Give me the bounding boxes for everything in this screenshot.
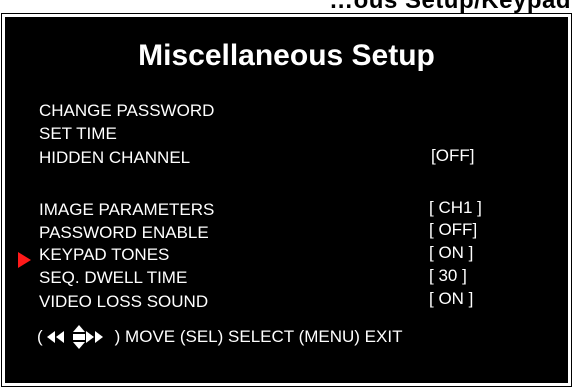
hint-open-paren: (: [37, 327, 43, 346]
video-loss-sound-value: [ ON ]: [429, 289, 474, 308]
navigation-hint: ( ) MOVE (SEL) SELECT (MENU) EXIT: [37, 323, 402, 351]
osd-menu-screen: Miscellaneous Setup CHANGE PASSWORD SET …: [1, 13, 572, 387]
top-banner-text: …ous Setup/Keypad: [329, 0, 571, 14]
menu-item-keypad-tones[interactable]: KEYPAD TONES: [39, 245, 169, 265]
menu-item-video-loss-sound[interactable]: VIDEO LOSS SOUND: [39, 292, 208, 312]
top-banner: …ous Setup/Keypad: [0, 0, 579, 14]
menu-item-set-time[interactable]: SET TIME: [39, 124, 117, 144]
menu-item-hidden-channel[interactable]: HIDDEN CHANNEL: [39, 148, 190, 168]
hint-text: ) MOVE (SEL) SELECT (MENU) EXIT: [114, 327, 403, 346]
selection-cursor-icon: [18, 252, 31, 268]
image-parameters-value: [ CH1 ]: [429, 198, 482, 217]
menu-item-seq-dwell-time[interactable]: SEQ. DWELL TIME: [39, 268, 187, 288]
hidden-channel-value: [OFF]: [431, 146, 475, 165]
menu-title: Miscellaneous Setup: [138, 39, 435, 72]
menu-item-password-enable[interactable]: PASSWORD ENABLE: [39, 223, 209, 243]
password-enable-value: [ OFF]: [429, 220, 478, 239]
menu-item-change-password[interactable]: CHANGE PASSWORD: [39, 101, 214, 121]
seq-dwell-time-value: [ 30 ]: [429, 266, 467, 285]
keypad-tones-value: [ ON ]: [429, 243, 474, 262]
menu-item-image-parameters[interactable]: IMAGE PARAMETERS: [39, 200, 214, 220]
navigation-arrows-icon: [46, 323, 111, 351]
